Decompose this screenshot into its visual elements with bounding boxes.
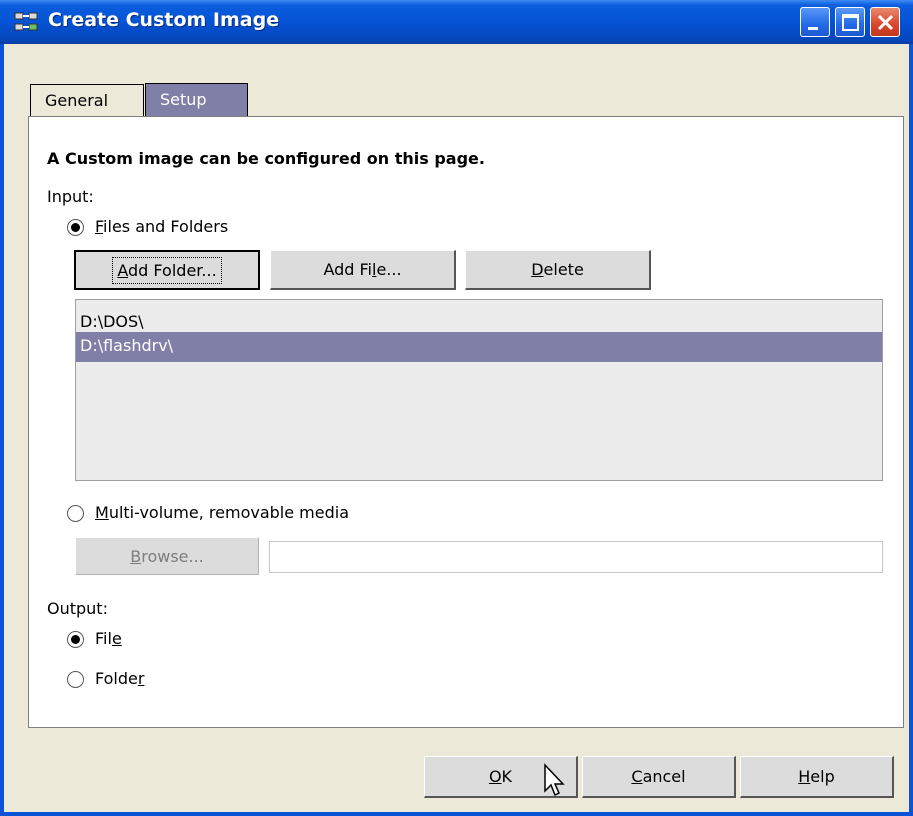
output-file-radio[interactable] <box>67 631 84 648</box>
app-icon <box>14 12 38 31</box>
close-button[interactable] <box>870 7 900 37</box>
window-title: Create Custom Image <box>48 9 280 31</box>
tab-setup-label: Setup <box>160 90 207 109</box>
input-list[interactable]: D:\DOS\ D:\flashdrv\ <box>75 299 883 481</box>
browse-button[interactable]: Browse... <box>75 537 259 575</box>
help-button[interactable]: Help <box>740 756 894 798</box>
multivolume-label[interactable]: Multi-volume, removable media <box>95 503 349 522</box>
mouse-cursor-icon <box>544 763 565 797</box>
add-folder-button[interactable]: Add Folder... <box>74 250 260 290</box>
output-file-label[interactable]: File <box>95 629 122 648</box>
output-folder-label[interactable]: Folder <box>95 669 144 688</box>
cancel-button[interactable]: Cancel <box>582 756 736 798</box>
browse-path-input[interactable] <box>269 541 883 573</box>
maximize-button[interactable] <box>835 7 865 37</box>
add-file-button[interactable]: Add Fi l e... <box>270 250 456 290</box>
minimize-button[interactable] <box>800 7 830 37</box>
close-icon <box>877 14 894 31</box>
setup-heading: A Custom image can be configured on this… <box>47 149 485 168</box>
tab-general-label: General <box>45 91 109 110</box>
maximize-icon <box>842 14 859 31</box>
input-label: Input: <box>47 187 94 206</box>
setup-panel: A Custom image can be configured on this… <box>28 116 904 728</box>
files-and-folders-radio[interactable] <box>67 219 84 236</box>
list-item[interactable]: D:\flashdrv\ <box>76 332 882 362</box>
output-label: Output: <box>47 599 108 618</box>
tab-setup[interactable]: Setup <box>145 83 248 117</box>
files-and-folders-label[interactable]: Files and Folders <box>95 217 228 236</box>
multivolume-radio[interactable] <box>67 505 84 522</box>
tab-general[interactable]: General <box>30 84 144 116</box>
delete-button[interactable]: Delete <box>465 250 651 290</box>
output-folder-radio[interactable] <box>67 671 84 688</box>
title-bar[interactable]: Create Custom Image <box>0 0 913 44</box>
minimize-icon <box>808 27 818 30</box>
